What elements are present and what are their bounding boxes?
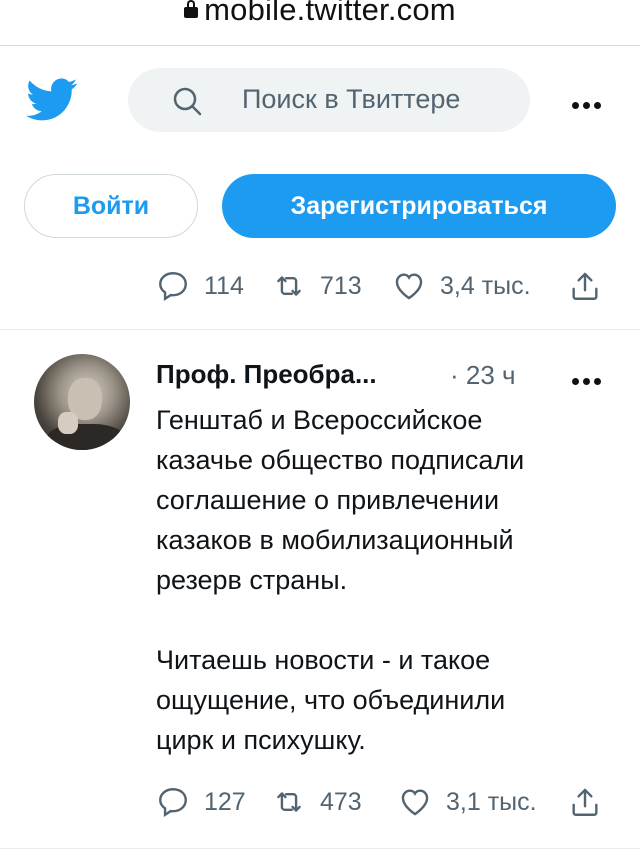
tweet-actions: 127 473 3,1 тыс. — [0, 782, 640, 822]
tweet-line: казаков в мобилизационный — [156, 525, 514, 555]
reply-button[interactable]: 114 — [156, 266, 244, 306]
avatar[interactable] — [34, 354, 130, 450]
reply-icon — [159, 272, 187, 301]
search-box[interactable]: Поиск в Твиттере — [128, 68, 530, 132]
tweet-line: казачье общество подписали — [156, 445, 525, 475]
reply-count: 114 — [204, 271, 244, 300]
tweet-line: резерв страны. — [156, 565, 348, 595]
browser-url-bar[interactable]: mobile.twitter.com — [0, 0, 640, 46]
tweet-text: Генштаб и Всероссийское казачье общество… — [156, 400, 616, 760]
retweet-button[interactable]: 713 — [272, 266, 362, 306]
prev-tweet-actions: 114 713 3,4 тыс. — [0, 266, 640, 306]
signup-button[interactable]: Зарегистрироваться — [222, 174, 616, 238]
like-count: 3,4 тыс. — [440, 271, 531, 300]
tweet-line: Читаешь новости - и такое — [156, 645, 491, 675]
search-input[interactable]: Поиск в Твиттере — [242, 84, 460, 115]
like-icon — [401, 789, 429, 816]
tweet-line: ощущение, что объединили — [156, 685, 506, 715]
login-button[interactable]: Войти — [24, 174, 198, 238]
share-icon — [572, 788, 598, 816]
share-button[interactable] — [568, 782, 602, 822]
search-icon — [173, 87, 202, 116]
twitter-logo-icon[interactable] — [26, 78, 78, 122]
divider — [0, 848, 640, 849]
url-text: mobile.twitter.com — [204, 0, 456, 27]
more-icon[interactable] — [572, 96, 606, 109]
more-icon[interactable] — [572, 372, 606, 385]
share-button[interactable] — [568, 266, 602, 306]
tweet-line: цирк и психушку. — [156, 725, 366, 755]
like-button[interactable]: 3,1 тыс. — [398, 782, 537, 822]
reply-button[interactable]: 127 — [156, 782, 246, 822]
retweet-icon — [277, 792, 301, 812]
retweet-count: 713 — [320, 271, 362, 300]
tweet-line: Генштаб и Всероссийское — [156, 405, 483, 435]
like-icon — [395, 273, 423, 300]
reply-count: 127 — [204, 787, 246, 816]
like-button[interactable]: 3,4 тыс. — [392, 266, 531, 306]
tweet-line: соглашение о привлечении — [156, 485, 500, 515]
retweet-icon — [277, 276, 301, 296]
tweet-time[interactable]: · 23 ч — [450, 360, 516, 391]
like-count: 3,1 тыс. — [446, 787, 537, 816]
lock-icon — [184, 0, 199, 18]
divider — [0, 329, 640, 330]
author-name[interactable]: Проф. Преобра... — [156, 359, 377, 390]
reply-icon — [159, 788, 187, 817]
retweet-button[interactable]: 473 — [272, 782, 362, 822]
retweet-count: 473 — [320, 787, 362, 816]
share-icon — [572, 272, 598, 300]
